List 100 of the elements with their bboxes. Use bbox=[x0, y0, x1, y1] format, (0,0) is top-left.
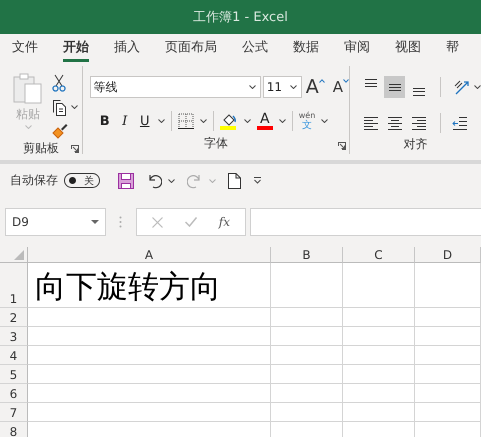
group-label: 对齐 bbox=[404, 136, 428, 152]
spreadsheet-cell[interactable] bbox=[271, 403, 343, 422]
spreadsheet-cell[interactable] bbox=[28, 346, 271, 365]
ribbon-tab[interactable]: 文件 bbox=[12, 34, 38, 62]
insert-function-button[interactable]: fx bbox=[218, 215, 230, 229]
column-header[interactable]: B bbox=[271, 247, 343, 263]
autosave-toggle[interactable]: 关 bbox=[64, 173, 100, 188]
font-size-field[interactable]: 11 bbox=[262, 76, 302, 98]
font-name-field[interactable]: 等线 bbox=[90, 76, 261, 98]
spreadsheet-cell[interactable] bbox=[28, 308, 271, 327]
row-header[interactable]: 7 bbox=[0, 403, 28, 422]
spreadsheet-cell[interactable] bbox=[415, 403, 481, 422]
ribbon-tab[interactable]: 插入 bbox=[114, 34, 140, 62]
spreadsheet-cell[interactable] bbox=[271, 365, 343, 384]
borders-icon[interactable] bbox=[178, 113, 194, 129]
ribbon-tab[interactable]: 开始 bbox=[63, 34, 89, 62]
caret-icon[interactable] bbox=[278, 119, 286, 123]
ribbon-tab[interactable]: 公式 bbox=[242, 34, 268, 62]
dialog-launcher-icon[interactable] bbox=[70, 145, 79, 153]
spreadsheet-cell[interactable] bbox=[271, 384, 343, 403]
phonetic-guide-button[interactable]: wén 文 bbox=[298, 110, 316, 132]
group-label: 剪贴板 bbox=[22, 140, 59, 157]
caret-icon[interactable] bbox=[474, 85, 481, 89]
spreadsheet-cell[interactable] bbox=[28, 327, 271, 346]
autosave-label: 自动保存 bbox=[10, 172, 58, 189]
spreadsheet-cell[interactable] bbox=[415, 365, 481, 384]
name-box[interactable]: D9 bbox=[5, 208, 106, 236]
bold-button[interactable]: B bbox=[98, 114, 112, 128]
spreadsheet-cell[interactable] bbox=[343, 384, 415, 403]
row-header[interactable]: 6 bbox=[0, 384, 28, 403]
font-color-button[interactable]: A bbox=[256, 112, 273, 130]
color-bar bbox=[256, 126, 273, 130]
spreadsheet-cell[interactable] bbox=[343, 327, 415, 346]
spreadsheet-cell[interactable] bbox=[415, 384, 481, 403]
ribbon-tab[interactable]: 帮 bbox=[446, 34, 459, 62]
caret-icon[interactable] bbox=[71, 105, 78, 109]
italic-button[interactable]: I bbox=[118, 114, 132, 128]
grow-font-button[interactable]: A bbox=[306, 76, 325, 98]
spreadsheet-cell[interactable] bbox=[271, 263, 343, 308]
spreadsheet-cell[interactable] bbox=[415, 263, 481, 308]
spreadsheet-cell[interactable] bbox=[415, 346, 481, 365]
row-header[interactable]: 1 bbox=[0, 263, 28, 308]
spreadsheet-cell[interactable] bbox=[28, 403, 271, 422]
clipboard-icon bbox=[12, 72, 44, 104]
caret-icon[interactable] bbox=[200, 119, 207, 123]
grip-dots-icon[interactable] bbox=[119, 216, 122, 228]
spreadsheet-cell[interactable] bbox=[28, 365, 271, 384]
dialog-launcher-icon[interactable] bbox=[338, 142, 346, 150]
new-document-icon[interactable] bbox=[228, 172, 241, 188]
spreadsheet-cell[interactable] bbox=[271, 308, 343, 327]
close-icon[interactable] bbox=[152, 216, 163, 228]
caret-icon bbox=[343, 79, 349, 83]
caret-icon bbox=[24, 125, 32, 129]
paintbrush-icon[interactable] bbox=[52, 123, 68, 139]
caret-icon[interactable] bbox=[248, 85, 256, 89]
spreadsheet-cell[interactable] bbox=[343, 365, 415, 384]
scissors-icon[interactable] bbox=[52, 74, 66, 92]
ribbon-tab[interactable]: 审阅 bbox=[344, 34, 370, 62]
spreadsheet-cell[interactable] bbox=[415, 327, 481, 346]
shrink-font-button[interactable]: A bbox=[332, 76, 349, 98]
spreadsheet-cell[interactable] bbox=[28, 384, 271, 403]
spreadsheet-cell[interactable] bbox=[271, 346, 343, 365]
spreadsheet-cell[interactable] bbox=[343, 403, 415, 422]
row-header[interactable]: 2 bbox=[0, 308, 28, 327]
align-bottom-icon bbox=[410, 88, 426, 96]
ribbon-tab[interactable]: 视图 bbox=[395, 34, 421, 62]
align-middle-button[interactable] bbox=[384, 76, 405, 98]
spreadsheet-cell[interactable] bbox=[343, 263, 415, 308]
ribbon-tab[interactable]: 页面布局 bbox=[165, 34, 217, 62]
save-icon[interactable] bbox=[118, 172, 134, 188]
caret-icon[interactable] bbox=[158, 119, 165, 123]
customize-toolbar-icon[interactable] bbox=[253, 177, 262, 184]
ribbon-tab[interactable]: 数据 bbox=[293, 34, 319, 62]
row-header[interactable]: 5 bbox=[0, 365, 28, 384]
caret-icon[interactable] bbox=[321, 119, 328, 123]
column-header[interactable]: C bbox=[343, 247, 415, 263]
spreadsheet-cell[interactable] bbox=[343, 308, 415, 327]
caret-icon[interactable] bbox=[244, 119, 251, 123]
spreadsheet-cell[interactable] bbox=[415, 308, 481, 327]
column-header[interactable]: D bbox=[415, 247, 481, 263]
select-all-triangle-icon[interactable] bbox=[14, 250, 24, 260]
caret-icon[interactable] bbox=[290, 85, 297, 89]
row-header[interactable]: 8 bbox=[0, 422, 28, 437]
decrease-indent-icon[interactable] bbox=[452, 115, 468, 131]
caret-icon[interactable] bbox=[168, 178, 175, 182]
spreadsheet-cell[interactable] bbox=[343, 346, 415, 365]
paint-bucket-icon[interactable] bbox=[220, 112, 238, 130]
caret-up-icon bbox=[318, 79, 325, 83]
row-header[interactable]: 3 bbox=[0, 327, 28, 346]
angled-text-icon[interactable] bbox=[452, 78, 470, 96]
formula-input[interactable] bbox=[250, 208, 481, 236]
align-center-icon bbox=[386, 116, 402, 130]
spreadsheet-cell[interactable]: 向下旋转方向 bbox=[28, 263, 271, 308]
spreadsheet-cell[interactable] bbox=[271, 327, 343, 346]
check-icon[interactable] bbox=[184, 217, 197, 227]
copy-icon[interactable] bbox=[52, 98, 67, 116]
column-header[interactable]: A bbox=[28, 247, 271, 263]
align-top-icon bbox=[362, 79, 378, 87]
row-header[interactable]: 4 bbox=[0, 346, 28, 365]
underline-button[interactable]: U bbox=[138, 114, 152, 128]
